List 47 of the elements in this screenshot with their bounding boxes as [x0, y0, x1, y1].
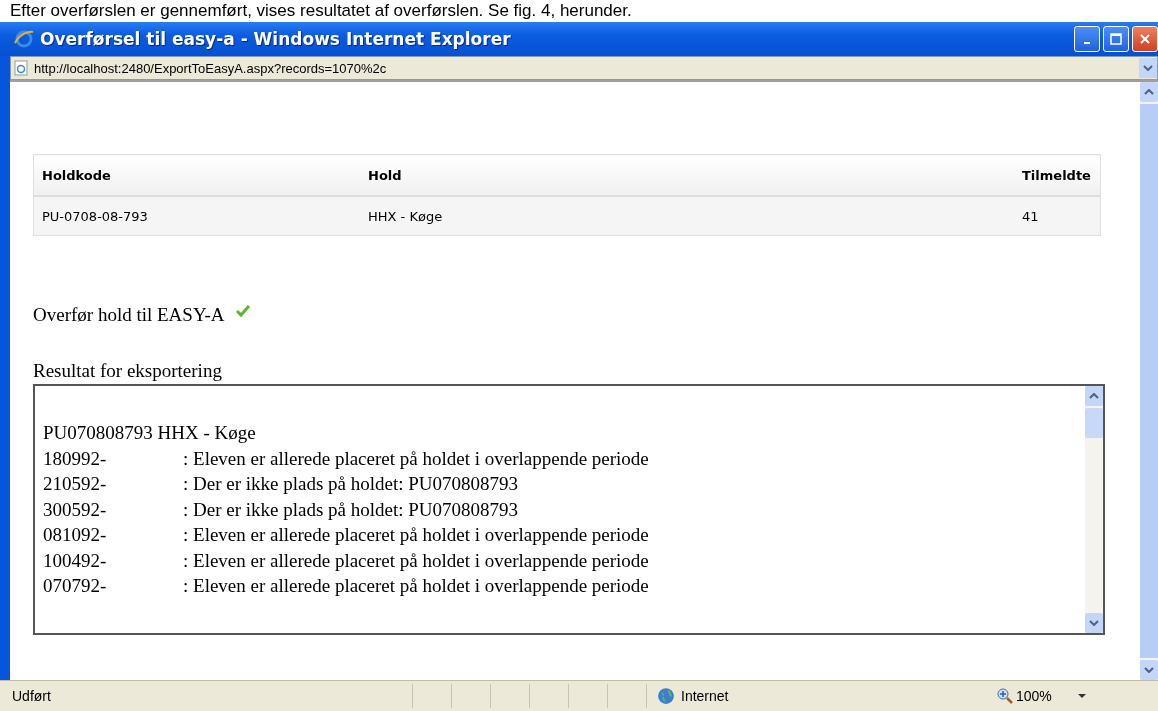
- result-message: : Der er ikke plads på holdet: PU070808793: [183, 472, 519, 496]
- table-cell: PU-0708-08-793: [33, 196, 360, 236]
- column-header: Hold: [360, 154, 1014, 196]
- result-message: : Eleven er allerede placeret på holdet i overlappende periode: [183, 548, 649, 573]
- scroll-down-button[interactable]: [1085, 613, 1103, 633]
- column-header: Holdkode: [33, 154, 360, 196]
- transfer-label: Overfør hold til EASY-A: [33, 304, 225, 326]
- result-message: : Eleven er allerede placeret på holdet i overlappende periode: [183, 446, 649, 471]
- student-id: 300592-: [43, 497, 108, 522]
- caption-text: Efter overførslen er gennemført, vises resultatet af overførslen. Se fig. 4, herunder.: [9, 0, 633, 22]
- result-textarea[interactable]: [33, 384, 1105, 635]
- globe-icon: [657, 687, 675, 705]
- close-button[interactable]: [1132, 26, 1158, 52]
- maximize-icon: [1110, 33, 1122, 45]
- result-heading: PU070808793 HHX - Køge: [43, 421, 257, 445]
- status-text: Udført: [12, 688, 52, 704]
- student-id: 070792-: [43, 574, 108, 598]
- student-id: 100492-: [43, 548, 108, 573]
- close-icon: [1139, 33, 1151, 45]
- scrollbar[interactable]: [1085, 386, 1103, 633]
- zone-text: Internet: [681, 688, 729, 704]
- maximize-button[interactable]: [1103, 26, 1129, 52]
- minimize-button[interactable]: [1074, 26, 1100, 52]
- result-message: : Eleven er allerede placeret på holdet i overlappende periode: [183, 523, 649, 547]
- scroll-up-button[interactable]: [1085, 386, 1103, 406]
- zoom-icon: [997, 688, 1013, 704]
- browser-logo-icon: [14, 29, 34, 49]
- student-id: 210592-: [43, 472, 108, 496]
- table-cell: 41: [1014, 196, 1101, 236]
- window-title: Overførsel til easy-a - Windows Internet Explorer: [40, 29, 511, 49]
- column-header: Tilmeldte: [1014, 154, 1101, 196]
- result-label: Resultat for eksportering: [33, 360, 223, 382]
- chevron-down-icon: [1144, 667, 1154, 673]
- chevron-up-icon: [1089, 393, 1099, 399]
- scroll-down-button[interactable]: [1140, 660, 1158, 680]
- zoom-control[interactable]: 100%: [997, 688, 1052, 704]
- result-message: : Der er ikke plads på holdet: PU070808793: [183, 497, 519, 522]
- result-message: : Eleven er allerede placeret på holdet i overlappende periode: [183, 574, 649, 598]
- table-cell: HHX - Køge: [360, 196, 1014, 236]
- student-id: 081092-: [43, 523, 108, 547]
- student-id: 180992-: [43, 446, 108, 471]
- minimize-icon: [1084, 42, 1090, 44]
- chevron-down-icon: [1089, 620, 1099, 626]
- scroll-up-button[interactable]: [1140, 82, 1158, 102]
- chevron-up-icon: [1144, 89, 1154, 95]
- caret-icon[interactable]: [1077, 694, 1086, 698]
- scroll-thumb[interactable]: [1085, 408, 1103, 438]
